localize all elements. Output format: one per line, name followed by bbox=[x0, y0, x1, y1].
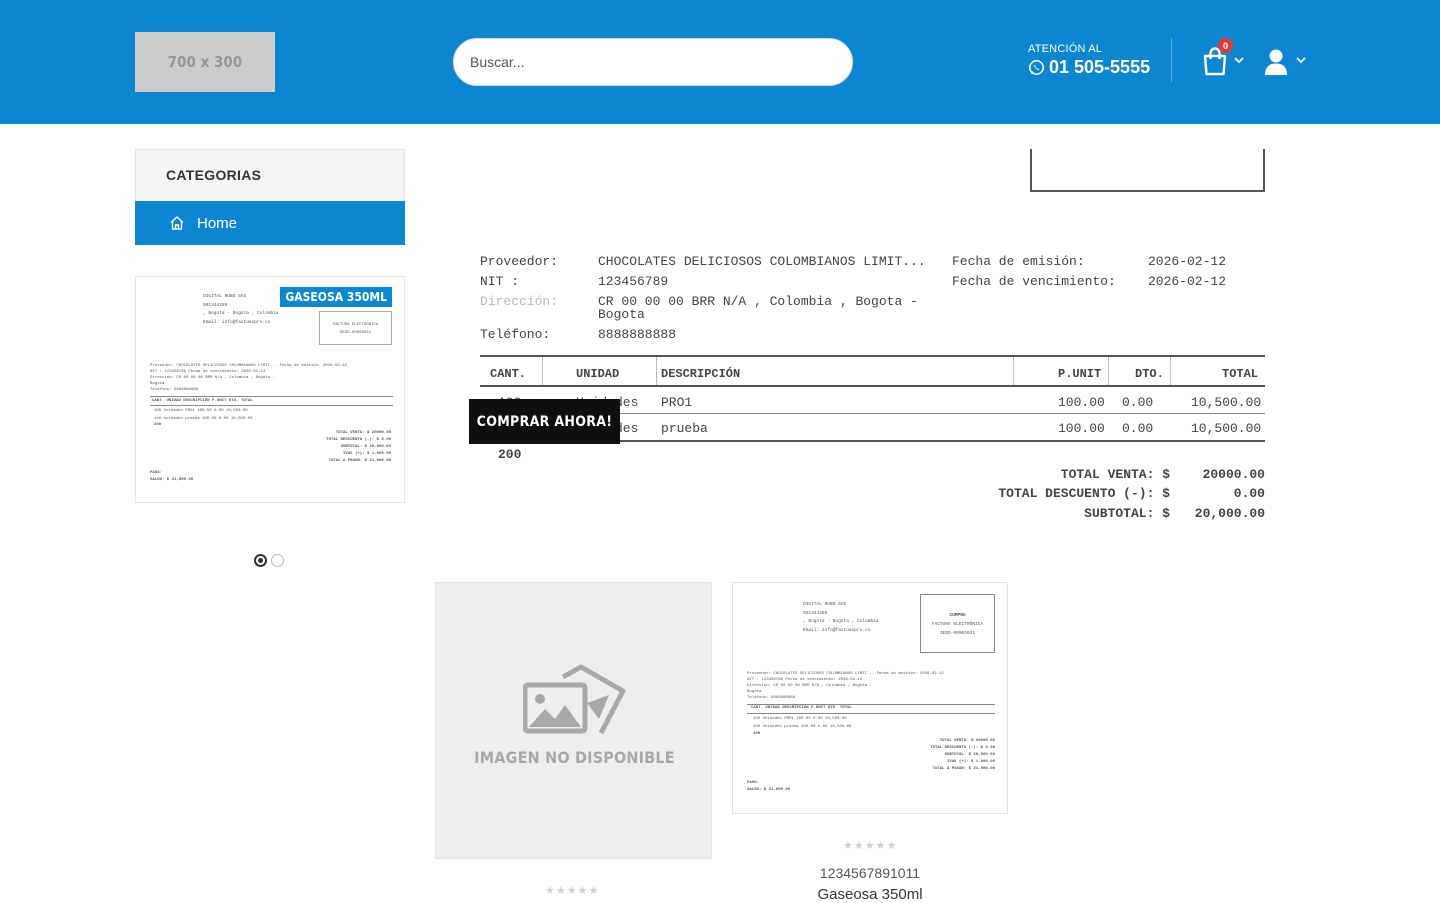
carousel-dot-2[interactable] bbox=[271, 554, 284, 567]
home-icon bbox=[170, 216, 184, 230]
star-icon: ★ bbox=[577, 885, 588, 897]
invoice-doc-box bbox=[1030, 149, 1265, 192]
direccion-value-2: Bogota bbox=[598, 307, 645, 322]
direccion-label: Dirección: bbox=[480, 294, 559, 309]
no-image-text: IMAGEN NO DISPONIBLE bbox=[474, 748, 675, 767]
mini-invoice-details: Proveedor: CHOCOLATES DELICIOSOS COLOMBI… bbox=[150, 364, 347, 392]
product-doc-box: COMPRA FACTURA ELECTRÓNICA SEDD-00003031 bbox=[920, 594, 995, 653]
star-icon: ★ bbox=[588, 885, 599, 897]
product-card-image-unavailable[interactable]: IMAGEN NO DISPONIBLE bbox=[435, 582, 712, 859]
star-icon: ★ bbox=[875, 840, 886, 852]
nit-label: NIT : bbox=[480, 274, 520, 289]
contact-phone[interactable]: 01 505-5555 bbox=[1028, 57, 1150, 78]
star-icon: ★ bbox=[566, 885, 577, 897]
fecha-emision-label: Fecha de emisión: bbox=[952, 254, 1085, 269]
direccion-value: CR 00 00 00 BRR N/A , Colombia , Bogota … bbox=[598, 294, 918, 309]
no-image-icon bbox=[523, 664, 626, 735]
telefono-value: 8888888888 bbox=[598, 327, 677, 342]
qty-total: 200 bbox=[498, 447, 522, 462]
star-icon: ★ bbox=[864, 840, 875, 852]
featured-product-card[interactable]: DIGITAL HUBO SAS 901344289 , Bogota - Bo… bbox=[135, 276, 405, 503]
mini-invoice-company: DIGITAL HUBO SAS 901344289 , Bogota - Bo… bbox=[203, 294, 279, 325]
chevron-down-icon bbox=[1296, 57, 1306, 64]
invoice-table-header: CANT. UNIDAD DESCRIPCIÓN P.UNIT DTO. TOT… bbox=[480, 355, 1265, 387]
search-input[interactable] bbox=[453, 38, 853, 86]
fecha-emision-value: 2026-02-12 bbox=[1148, 254, 1227, 269]
carousel-dot-1[interactable] bbox=[254, 554, 267, 567]
contact-phone-text: 01 505-5555 bbox=[1049, 57, 1151, 77]
product-rating: ★ ★ ★ ★ ★ bbox=[545, 884, 598, 897]
categories-panel: CATEGORIAS Home bbox=[135, 149, 405, 245]
telefono-label: Teléfono: bbox=[480, 327, 551, 342]
nit-value: 123456789 bbox=[598, 274, 669, 289]
categories-title: CATEGORIAS bbox=[136, 150, 404, 201]
cart-count-badge: 0 bbox=[1218, 38, 1233, 53]
star-icon: ★ bbox=[886, 840, 897, 852]
mini-invoice-rows: 100 Unidades PRO1 100.00 0.00 10,500.00 … bbox=[154, 409, 253, 421]
user-menu-button[interactable] bbox=[1264, 48, 1308, 78]
mini-invoice-doc-box: FACTURA ELECTRÓNICA SEDD-00003031 bbox=[319, 311, 392, 345]
whatsapp-icon bbox=[1028, 59, 1045, 76]
star-icon: ★ bbox=[843, 840, 853, 852]
mini-invoice-totals: TOTAL VENTA: $ 20000.00 TOTAL DESCUENTO … bbox=[326, 431, 391, 463]
buy-now-button[interactable]: COMPRAR AHORA! bbox=[469, 399, 620, 444]
fecha-venc-value: 2026-02-12 bbox=[1148, 274, 1227, 289]
chevron-down-icon bbox=[1234, 57, 1244, 64]
user-icon bbox=[1265, 49, 1287, 75]
proveedor-value: CHOCOLATES DELICIOSOS COLOMBIANOS LIMIT.… bbox=[598, 254, 926, 269]
carousel-dots bbox=[254, 554, 284, 567]
product-rating: ★ ★ ★ ★ ★ bbox=[843, 839, 896, 852]
sidebar-item-home[interactable]: Home bbox=[135, 201, 405, 245]
cart-button[interactable]: 0 bbox=[1200, 38, 1250, 80]
star-icon: ★ bbox=[545, 885, 555, 897]
star-icon: ★ bbox=[853, 840, 864, 852]
product-card-image[interactable]: DIGITAL HUBO SAS 901344289 , Bogota - Bo… bbox=[732, 582, 1008, 814]
site-logo[interactable]: 700 x 300 bbox=[135, 32, 275, 92]
star-icon: ★ bbox=[555, 885, 566, 897]
header-divider bbox=[1171, 38, 1172, 82]
contact-label: ATENCIÓN AL bbox=[1028, 43, 1103, 55]
site-header: 700 x 300 ATENCIÓN AL 01 505-5555 0 bbox=[0, 0, 1440, 124]
product-code: 1234567891011 bbox=[819, 865, 921, 881]
mini-invoice-footer: PAGO: SALDO: $ 21,000.00 bbox=[150, 471, 194, 482]
mini-invoice-table-header: CANT. UNIDAD DESCRIPCIÓN P.UNIT DTO. TOT… bbox=[152, 399, 253, 403]
featured-product-tag: GASEOSA 350ML bbox=[280, 287, 392, 307]
proveedor-label: Proveedor: bbox=[480, 254, 559, 269]
product-name[interactable]: Gaseosa 350ml bbox=[732, 886, 1008, 903]
fecha-venc-label: Fecha de vencimiento: bbox=[952, 274, 1116, 289]
contact-info: ATENCIÓN AL 01 505-5555 bbox=[1028, 43, 1150, 78]
sidebar-item-label: Home bbox=[197, 214, 238, 232]
